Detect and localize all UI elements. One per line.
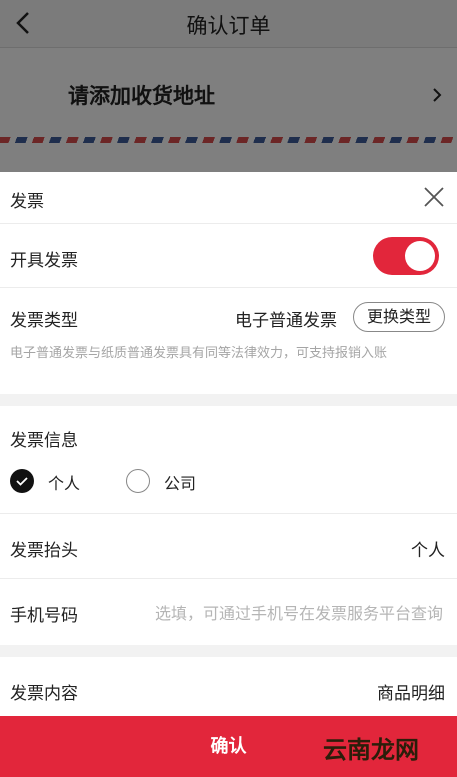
invoice-header-value: 个人	[411, 541, 445, 561]
phone-input[interactable]	[120, 599, 445, 627]
sheet-header: 发票	[0, 172, 457, 224]
close-icon[interactable]	[423, 186, 445, 208]
change-type-button[interactable]: 更换类型	[352, 302, 445, 332]
invoice-sheet: 发票 开具发票 发票类型 电子普通发票 更换类型 电子普通发票与纸质普通发票具有…	[0, 172, 457, 777]
radio-personal[interactable]: 个人	[10, 469, 100, 495]
section-divider	[0, 645, 457, 657]
phone-label: 手机号码	[10, 606, 78, 626]
checkmark-icon	[16, 477, 28, 486]
radio-company[interactable]: 公司	[126, 469, 216, 495]
issue-invoice-row: 开具发票	[0, 224, 457, 288]
watermark: 云南龙网	[323, 735, 419, 764]
invoice-type-row: 发票类型 电子普通发票 更换类型 电子普通发票与纸质普通发票具有同等法律效力，可…	[0, 288, 457, 394]
phone-row: 手机号码	[0, 579, 457, 645]
invoice-type-label: 发票类型	[10, 311, 78, 331]
invoice-content-value: 商品明细	[377, 684, 445, 704]
radio-unchecked-icon	[126, 469, 150, 493]
invoice-header-label: 发票抬头	[10, 541, 78, 561]
sheet-title: 发票	[10, 192, 44, 212]
toggle-knob	[405, 241, 435, 271]
radio-personal-label: 个人	[48, 474, 81, 493]
invoice-info-row: 发票信息 个人 公司	[0, 406, 457, 514]
invoice-type-value: 电子普通发票	[235, 311, 337, 331]
issue-invoice-toggle[interactable]	[373, 237, 439, 275]
invoice-info-label: 发票信息	[10, 431, 78, 451]
invoice-type-note: 电子普通发票与纸质普通发票具有同等法律效力，可支持报销入账	[10, 346, 388, 361]
section-divider	[0, 394, 457, 406]
invoice-content-row[interactable]: 发票内容 商品明细	[0, 657, 457, 717]
invoice-header-row[interactable]: 发票抬头 个人	[0, 514, 457, 579]
issue-invoice-label: 开具发票	[10, 251, 78, 271]
invoice-content-label: 发票内容	[10, 684, 78, 704]
radio-company-label: 公司	[164, 474, 197, 493]
radio-checked-icon	[10, 469, 34, 493]
